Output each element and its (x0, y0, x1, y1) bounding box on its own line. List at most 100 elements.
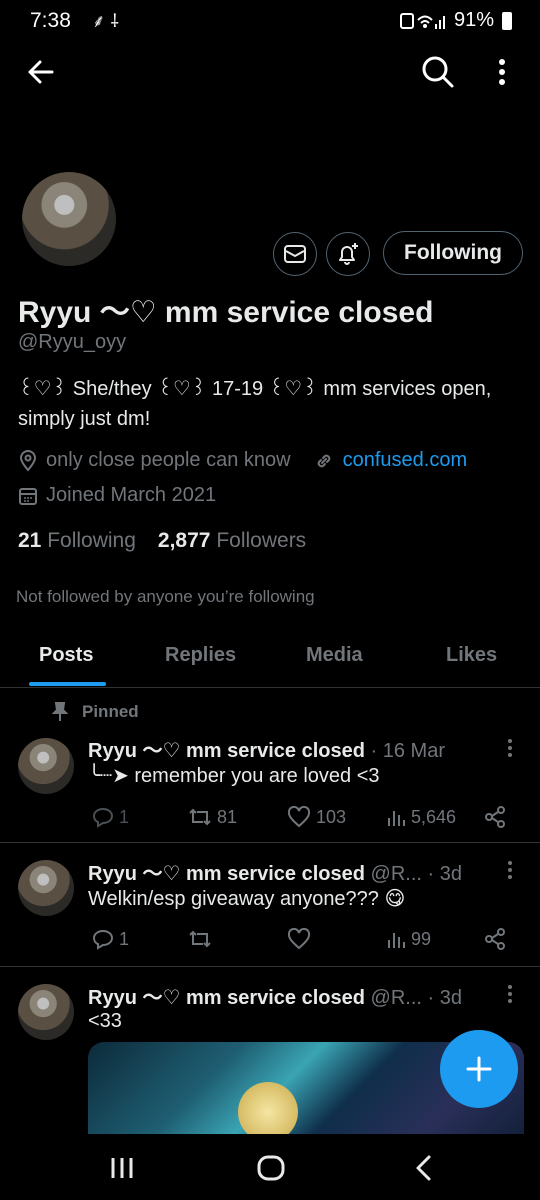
like-count: 103 (316, 806, 347, 827)
post-item[interactable]: Ryyu ～♡ mm service closed @R... · 3d Wel… (0, 852, 540, 964)
mail-icon (284, 245, 306, 263)
not-followed-note: Not followed by anyone you’re following (16, 587, 315, 606)
post-divider (0, 842, 540, 843)
post-author[interactable]: Ryyu ～♡ mm service closed (88, 740, 365, 762)
repost-count: 81 (217, 806, 238, 827)
post-more-icon[interactable] (502, 736, 518, 760)
profile-meta-row: only close people can know confused.com (18, 449, 467, 472)
post-avatar[interactable] (18, 738, 74, 794)
calendar-icon (19, 487, 37, 505)
profile-tabs: Posts Replies Media Likes (0, 636, 540, 688)
share-button[interactable] (484, 928, 506, 950)
more-button[interactable] (490, 54, 514, 90)
repost-button[interactable] (188, 928, 217, 950)
more-vertical-icon (499, 59, 505, 85)
website-link[interactable]: confused.com (343, 449, 468, 472)
display-name: Ryyu ～♡ mm service closed (18, 296, 434, 329)
reply-icon (92, 929, 114, 950)
following-label: Following (47, 529, 136, 552)
tab-posts[interactable]: Posts (39, 644, 93, 667)
active-tab-indicator (29, 682, 106, 686)
reply-count: 1 (119, 928, 130, 949)
post-avatar[interactable] (18, 860, 74, 916)
followers-count-link[interactable]: 2,877 Followers (158, 529, 306, 553)
search-button[interactable] (420, 54, 456, 90)
post-divider (0, 966, 540, 967)
status-right: 91% (399, 9, 512, 32)
post-author[interactable]: Ryyu ～♡ mm service closed (88, 863, 365, 885)
recent-apps-icon[interactable] (108, 1156, 136, 1180)
repost-icon (189, 808, 211, 826)
link-icon (317, 454, 330, 467)
post-more-icon[interactable] (502, 982, 518, 1006)
joined-row: Joined March 2021 (18, 484, 216, 507)
compose-button[interactable] (440, 1030, 518, 1108)
battery-percent: 91% (453, 9, 494, 31)
share-icon (485, 928, 505, 950)
user-handle: @Ryyu_oyy (18, 331, 127, 353)
search-icon (422, 56, 454, 88)
post-more-icon[interactable] (502, 858, 518, 882)
bell-plus-icon (339, 243, 358, 265)
signal-icon (399, 12, 445, 29)
post-author[interactable]: Ryyu ～♡ mm service closed (88, 987, 365, 1009)
tab-media[interactable]: Media (306, 644, 363, 667)
post-header: Ryyu ～♡ mm service closed · 16 Mar (88, 734, 445, 763)
views-icon (388, 811, 405, 826)
post-text: <33 (88, 1010, 122, 1032)
profile-avatar[interactable] (20, 170, 118, 268)
share-button[interactable] (484, 806, 506, 828)
followers-count: 2,877 (157, 529, 211, 552)
notification-icons: ⸙ ⸸ (92, 11, 119, 31)
tab-likes[interactable]: Likes (446, 644, 497, 667)
joined-text: Joined March 2021 (46, 484, 217, 506)
repost-button[interactable]: 81 (188, 806, 237, 828)
following-count: 21 (18, 529, 42, 552)
views-button[interactable]: 5,646 (386, 806, 456, 828)
post-text: ╰┈➤ remember you are loved <3 (88, 765, 380, 787)
post-meta: · 16 Mar (364, 740, 445, 762)
back-button[interactable] (22, 52, 62, 92)
post-avatar[interactable] (18, 984, 74, 1040)
post-item[interactable]: Ryyu ～♡ mm service closed · 16 Mar ╰┈➤ r… (0, 730, 540, 842)
share-icon (485, 806, 505, 828)
repost-icon (189, 930, 211, 948)
heart-icon (287, 806, 311, 828)
post-text: Welkin/esp giveaway anyone??? 😋 (88, 888, 406, 910)
post-meta: @R... · 3d (364, 863, 462, 885)
notify-button[interactable] (326, 232, 370, 276)
post-header: Ryyu ～♡ mm service closed @R... · 3d (88, 857, 462, 886)
plus-icon (466, 1056, 492, 1082)
message-button[interactable] (273, 232, 317, 276)
location-icon (19, 449, 37, 472)
system-nav-bar (0, 1134, 540, 1200)
pinned-label: Pinned (52, 702, 139, 722)
tab-replies[interactable]: Replies (165, 644, 236, 667)
reply-button[interactable]: 1 (92, 928, 129, 950)
follow-counts: 21 Following 2,877 Followers (18, 529, 306, 553)
view-count: 5,646 (411, 806, 457, 827)
status-time: 7:38 (30, 9, 71, 32)
location-text: only close people can know (46, 449, 291, 471)
following-button[interactable]: Following (383, 231, 523, 275)
arrow-left-icon (28, 60, 54, 84)
pinned-text: Pinned (82, 702, 139, 721)
post-header: Ryyu ～♡ mm service closed @R... · 3d (88, 981, 462, 1010)
heart-icon (287, 928, 311, 950)
reply-icon (92, 807, 114, 828)
like-button[interactable] (287, 928, 316, 950)
status-bar: 7:38 ⸙ ⸸ 91% (0, 0, 540, 42)
back-nav-icon[interactable] (412, 1154, 436, 1182)
home-icon[interactable] (256, 1154, 286, 1182)
views-button[interactable]: 99 (386, 928, 431, 950)
reply-button[interactable]: 1 (92, 806, 129, 828)
media-moon (238, 1082, 298, 1136)
like-button[interactable]: 103 (287, 806, 346, 828)
view-count: 99 (411, 928, 432, 949)
reply-count: 1 (119, 806, 130, 827)
bio: ꒰♡꒱ She/they ꒰♡꒱ 17-19 ꒰♡꒱ mm services o… (18, 378, 492, 430)
views-icon (388, 933, 405, 948)
pin-icon (52, 702, 68, 721)
followers-label: Followers (216, 529, 307, 552)
following-count-link[interactable]: 21 Following (18, 529, 136, 553)
